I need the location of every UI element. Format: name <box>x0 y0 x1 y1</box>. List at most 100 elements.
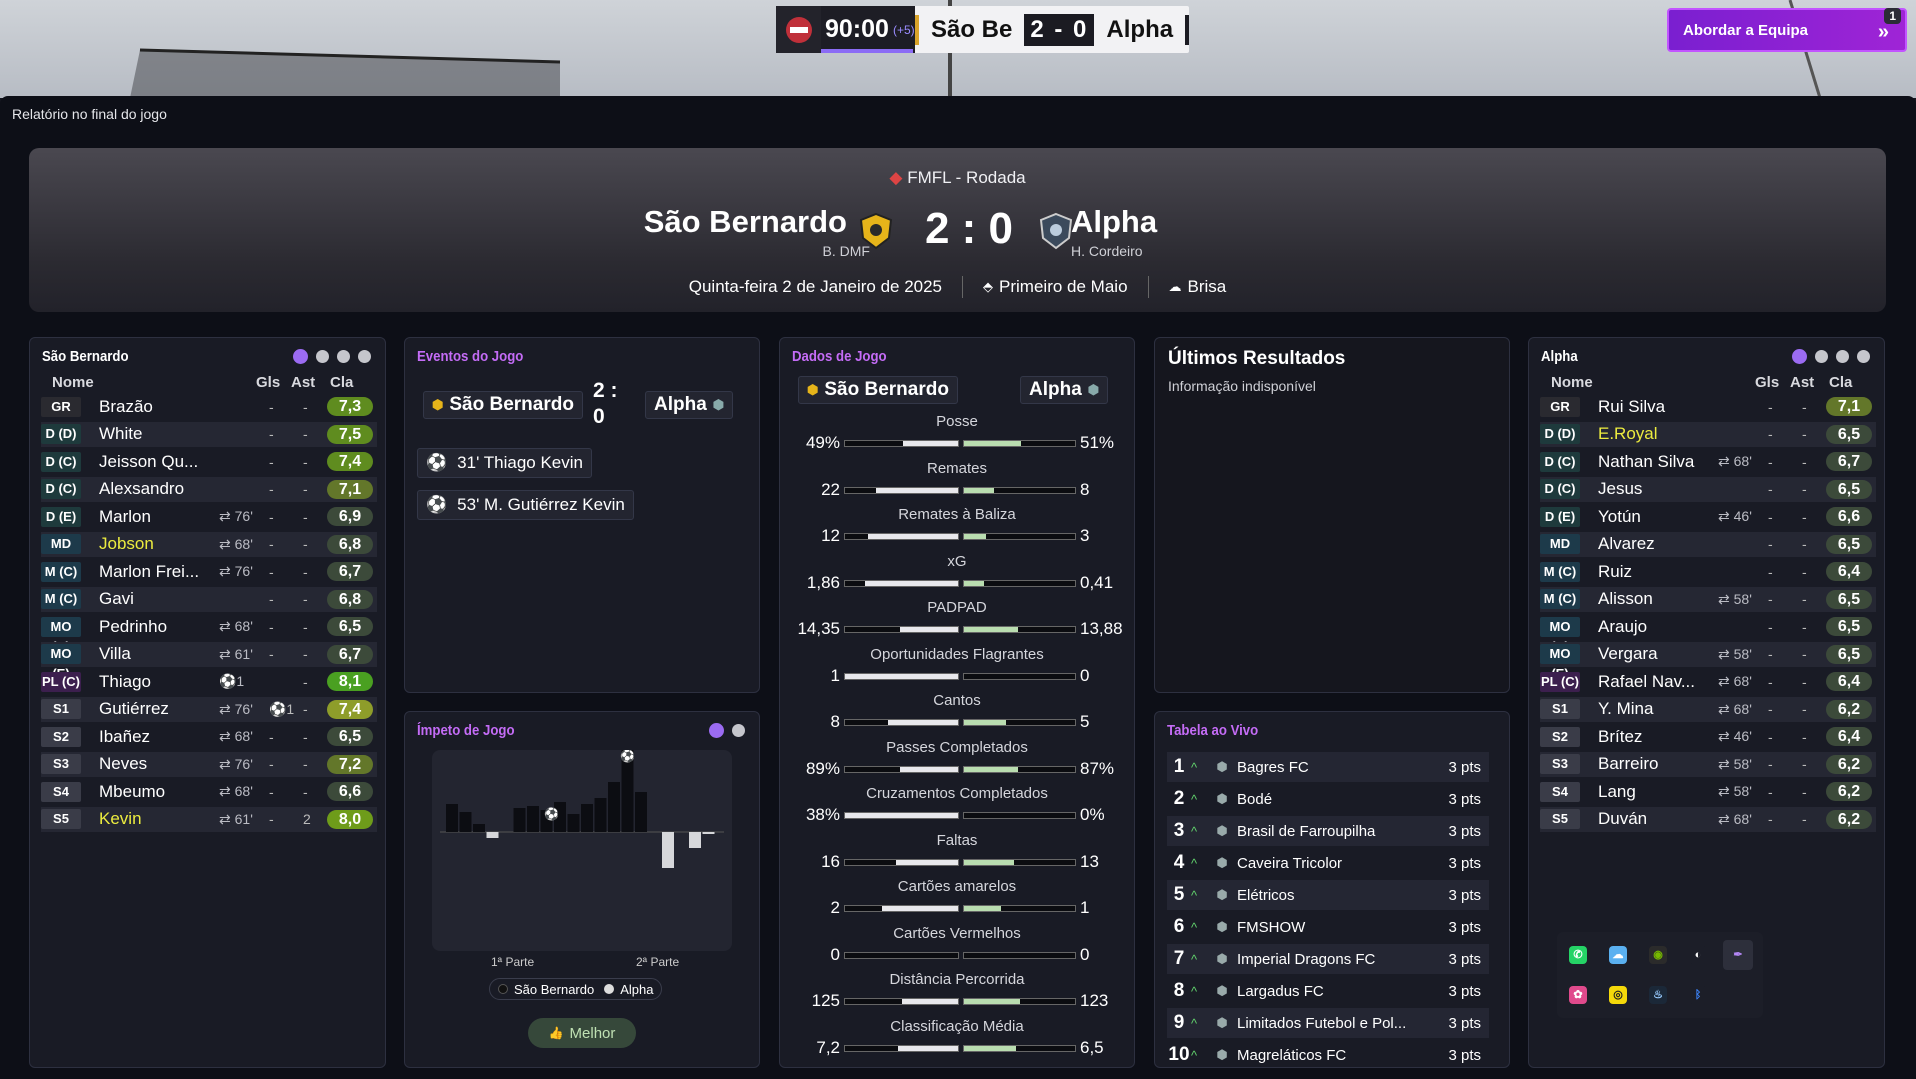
league-table-row[interactable]: 9 ^ ⬢ Limitados Futebol e Pol... 3 pts <box>1167 1008 1489 1038</box>
page-dot[interactable] <box>337 350 350 363</box>
player-name[interactable]: Mbeumo <box>99 782 219 802</box>
player-row[interactable]: GR Rui Silva - - 7,1 <box>1540 394 1876 419</box>
stadium-name[interactable]: Primeiro de Maio <box>999 277 1128 297</box>
approach-team-button[interactable]: Abordar a Equipa » 1 <box>1667 8 1907 52</box>
best-button[interactable]: 👍 Melhor <box>528 1018 636 1048</box>
club-name[interactable]: Imperial Dragons FC <box>1237 951 1423 968</box>
club-name[interactable]: Bodé <box>1237 791 1423 808</box>
player-name[interactable]: Vergara <box>1598 644 1718 664</box>
league-table-row[interactable]: 7 ^ ⬢ Imperial Dragons FC 3 pts <box>1167 944 1489 974</box>
copilot-icon[interactable]: ✿ <box>1569 986 1587 1004</box>
player-row[interactable]: MD Alvarez - - 6,5 <box>1540 531 1876 557</box>
player-row[interactable]: S1 Y. Mina ⇄ 68' - -6,2 <box>1540 696 1876 722</box>
page-dots[interactable] <box>709 723 745 738</box>
player-row[interactable]: S1 Gutiérrez ⇄ 76' ⚽1- 7,4 <box>41 696 377 722</box>
player-row[interactable]: D (C) Alexsandro - - 7,1 <box>41 476 377 502</box>
player-name[interactable]: Thiago <box>99 672 219 692</box>
player-name[interactable]: Brítez <box>1598 727 1718 747</box>
player-row[interactable]: S2 Ibañez ⇄ 68' - -6,5 <box>41 724 377 749</box>
player-name[interactable]: Ibañez <box>99 727 219 747</box>
club-name[interactable]: Bagres FC <box>1237 759 1423 776</box>
club-name[interactable]: Limitados Futebol e Pol... <box>1237 1015 1423 1032</box>
whatsapp-icon[interactable]: ✆ <box>1569 946 1587 964</box>
page-dots[interactable] <box>1792 349 1870 364</box>
player-name[interactable]: Gavi <box>99 589 219 609</box>
player-row[interactable]: M (C) Ruiz - - 6,4 <box>1540 559 1876 584</box>
league-table-row[interactable]: 4 ^ ⬢ Caveira Tricolor 3 pts <box>1167 848 1489 878</box>
player-name[interactable]: Jesus <box>1598 479 1718 499</box>
page-dot[interactable] <box>1857 350 1870 363</box>
player-row[interactable]: M (C) Alisson ⇄ 58' - -6,5 <box>1540 586 1876 612</box>
player-row[interactable]: D (C) Jesus - - 6,5 <box>1540 476 1876 502</box>
club-name[interactable]: Caveira Tricolor <box>1237 855 1423 872</box>
player-name[interactable]: Jobson <box>99 534 219 554</box>
bluetooth-icon[interactable]: ᛒ <box>1689 986 1707 1004</box>
steam-icon[interactable]: ♨ <box>1649 986 1667 1004</box>
player-row[interactable]: S4 Lang ⇄ 58' - -6,2 <box>1540 779 1876 804</box>
col-rating[interactable]: Cla <box>1829 374 1852 391</box>
player-row[interactable]: D (D) White - - 7,5 <box>41 421 377 447</box>
player-row[interactable]: M (C) Marlon Frei... ⇄ 76' - -6,7 <box>41 559 377 584</box>
player-name[interactable]: Alvarez <box>1598 534 1718 554</box>
page-dot[interactable] <box>1792 349 1807 364</box>
page-dot[interactable] <box>293 349 308 364</box>
player-name[interactable]: Pedrinho <box>99 617 219 637</box>
league-table-row[interactable]: 6 ^ ⬢ FMSHOW 3 pts <box>1167 912 1489 942</box>
player-row[interactable]: D (C) Nathan Silva ⇄ 68' - -6,7 <box>1540 449 1876 474</box>
player-row[interactable]: S5 Kevin ⇄ 61' - 2 8,0 <box>41 806 377 832</box>
player-name[interactable]: Gutiérrez <box>99 699 219 719</box>
col-assists[interactable]: Ast <box>1790 374 1814 391</box>
player-name[interactable]: Brazão <box>99 397 219 417</box>
header-away-team[interactable]: Alpha <box>1071 204 1157 240</box>
club-name[interactable]: Largadus FC <box>1237 983 1423 1000</box>
player-row[interactable]: D (E) Yotún ⇄ 46' - -6,6 <box>1540 504 1876 529</box>
player-name[interactable]: Villa <box>99 644 219 664</box>
player-name[interactable]: Rafael Nav... <box>1598 672 1718 692</box>
player-name[interactable]: Barreiro <box>1598 754 1718 774</box>
player-row[interactable]: D (D) E.Royal - - 6,5 <box>1540 421 1876 447</box>
player-name[interactable]: Ruiz <box>1598 562 1718 582</box>
col-goals[interactable]: Gls <box>1755 374 1779 391</box>
league-table-row[interactable]: 1 ^ ⬢ Bagres FC 3 pts <box>1167 752 1489 782</box>
col-goals[interactable]: Gls <box>256 374 280 391</box>
player-name[interactable]: Nathan Silva <box>1598 452 1718 472</box>
player-row[interactable]: D (C) Jeisson Qu... - - 7,4 <box>41 449 377 474</box>
player-name[interactable]: Jeisson Qu... <box>99 452 219 472</box>
col-assists[interactable]: Ast <box>291 374 315 391</box>
feather-app-icon[interactable]: ✒ <box>1723 940 1753 970</box>
player-row[interactable]: M (C) Gavi - - 6,8 <box>41 586 377 612</box>
player-name[interactable]: Alexsandro <box>99 479 219 499</box>
player-name[interactable]: Duván <box>1598 809 1718 829</box>
player-name[interactable]: Neves <box>99 754 219 774</box>
player-row[interactable]: PL (C) Rafael Nav... ⇄ 68' - -6,4 <box>1540 669 1876 694</box>
player-row[interactable]: GR Brazão - - 7,3 <box>41 394 377 419</box>
player-name[interactable]: Rui Silva <box>1598 397 1718 417</box>
page-dot[interactable] <box>1836 350 1849 363</box>
player-name[interactable]: Araujo <box>1598 617 1718 637</box>
col-name[interactable]: Nome <box>1551 374 1593 391</box>
nvidia-icon[interactable]: ◉ <box>1649 946 1667 964</box>
page-dot[interactable] <box>732 724 745 737</box>
away-manager[interactable]: H. Cordeiro <box>1071 243 1143 259</box>
page-dot[interactable] <box>709 723 724 738</box>
event-goal-2[interactable]: ⚽ 53' M. Gutiérrez Kevin <box>417 490 634 520</box>
page-dot[interactable] <box>316 350 329 363</box>
player-row[interactable]: S3 Barreiro ⇄ 58' - -6,2 <box>1540 751 1876 777</box>
player-name[interactable]: E.Royal <box>1598 424 1718 444</box>
header-home-team[interactable]: São Bernardo <box>644 204 847 240</box>
player-name[interactable]: Y. Mina <box>1598 699 1718 719</box>
club-name[interactable]: Brasil de Farroupilha <box>1237 823 1423 840</box>
cloud-app-icon[interactable]: ☁ <box>1609 946 1627 964</box>
club-name[interactable]: Magreláticos FC <box>1237 1047 1423 1064</box>
player-row[interactable]: MO (D) Araujo - - 6,5 <box>1540 614 1876 654</box>
home-crest-icon[interactable] <box>859 212 893 250</box>
club-name[interactable]: FMSHOW <box>1237 919 1423 936</box>
event-goal-1[interactable]: ⚽ 31' Thiago Kevin <box>417 448 592 478</box>
player-row[interactable]: S3 Neves ⇄ 76' - -7,2 <box>41 751 377 777</box>
league-table-row[interactable]: 3 ^ ⬢ Brasil de Farroupilha 3 pts <box>1167 816 1489 846</box>
player-row[interactable]: S2 Brítez ⇄ 46' - -6,4 <box>1540 724 1876 749</box>
col-rating[interactable]: Cla <box>330 374 353 391</box>
player-name[interactable]: White <box>99 424 219 444</box>
away-crest-icon[interactable] <box>1039 212 1073 250</box>
league-table-row[interactable]: 5 ^ ⬢ Elétricos 3 pts <box>1167 880 1489 910</box>
